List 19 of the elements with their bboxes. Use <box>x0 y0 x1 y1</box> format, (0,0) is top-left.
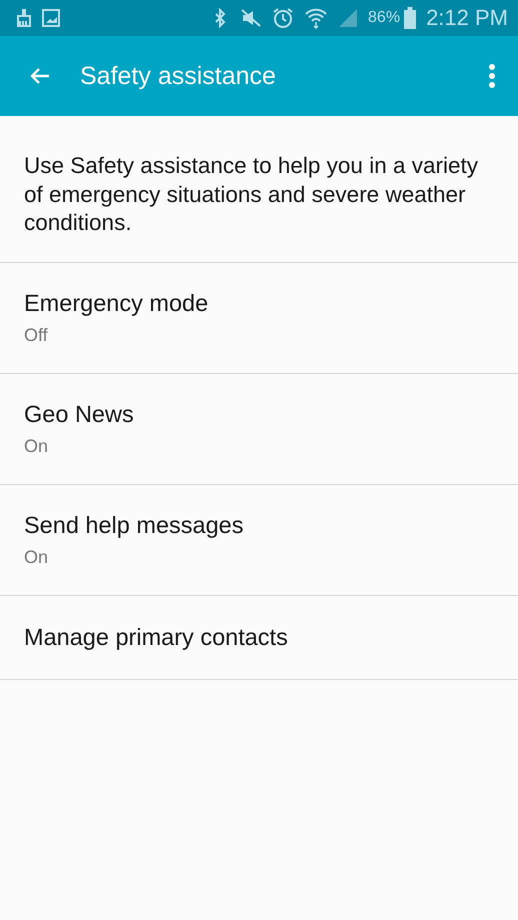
item-summary: Off <box>24 324 49 346</box>
description-text: Use Safety assistance to help you in a variety of emergency situations and severe weather conditions. <box>24 152 479 237</box>
item-title: Emergency mode <box>24 290 210 316</box>
wifi-icon <box>304 7 328 29</box>
battery-percent: 86% <box>368 9 400 27</box>
settings-item[interactable]: Manage primary contacts <box>0 596 518 680</box>
item-summary: On <box>24 546 50 568</box>
mute-icon <box>240 8 262 28</box>
battery-icon <box>404 7 416 29</box>
item-title: Send help messages <box>24 512 244 538</box>
alarm-icon <box>272 7 294 29</box>
signal-icon <box>338 8 358 28</box>
cleaner-icon <box>16 9 32 27</box>
screen-title: Safety assistance <box>80 62 277 90</box>
more-icon <box>488 63 496 89</box>
clock-time: 2:12 PM <box>426 5 508 31</box>
item-title: Geo News <box>24 400 135 428</box>
item-summary: On <box>24 436 50 456</box>
image-icon <box>42 9 60 27</box>
